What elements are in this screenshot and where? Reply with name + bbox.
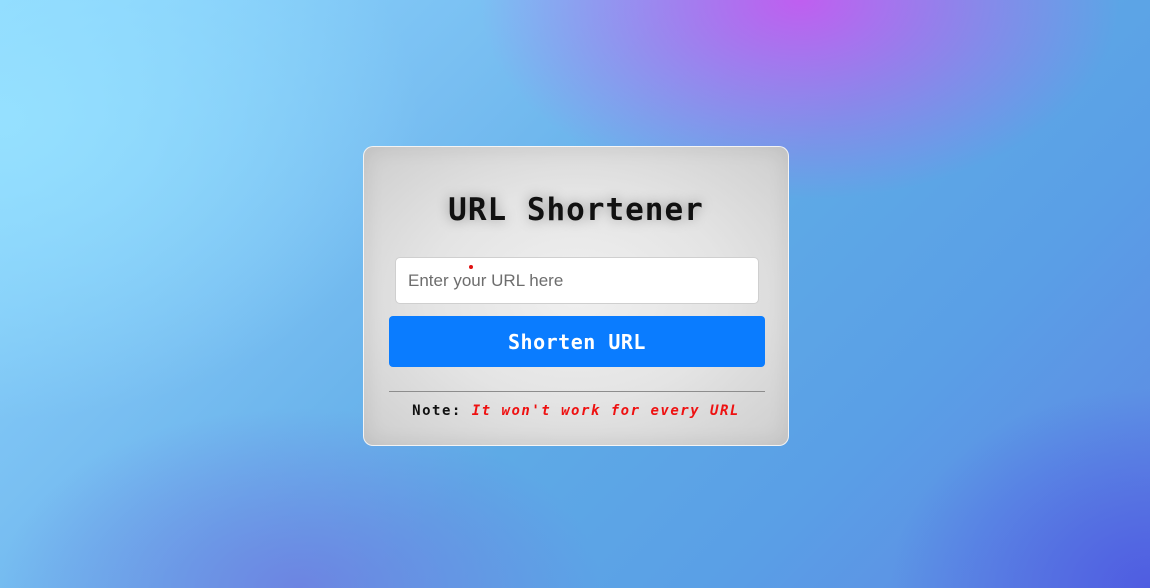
- url-input[interactable]: [395, 257, 759, 304]
- cursor-indicator: [469, 265, 473, 269]
- page-title: URL Shortener: [448, 192, 704, 228]
- note-text: It won't work for every URL: [471, 403, 740, 419]
- divider: [389, 391, 765, 392]
- note-label: Note:: [412, 403, 462, 419]
- url-shortener-card: URL Shortener Shorten URL Note: It won't…: [363, 146, 789, 446]
- shorten-url-button[interactable]: Shorten URL: [389, 316, 765, 367]
- note: Note: It won't work for every URL: [364, 403, 788, 419]
